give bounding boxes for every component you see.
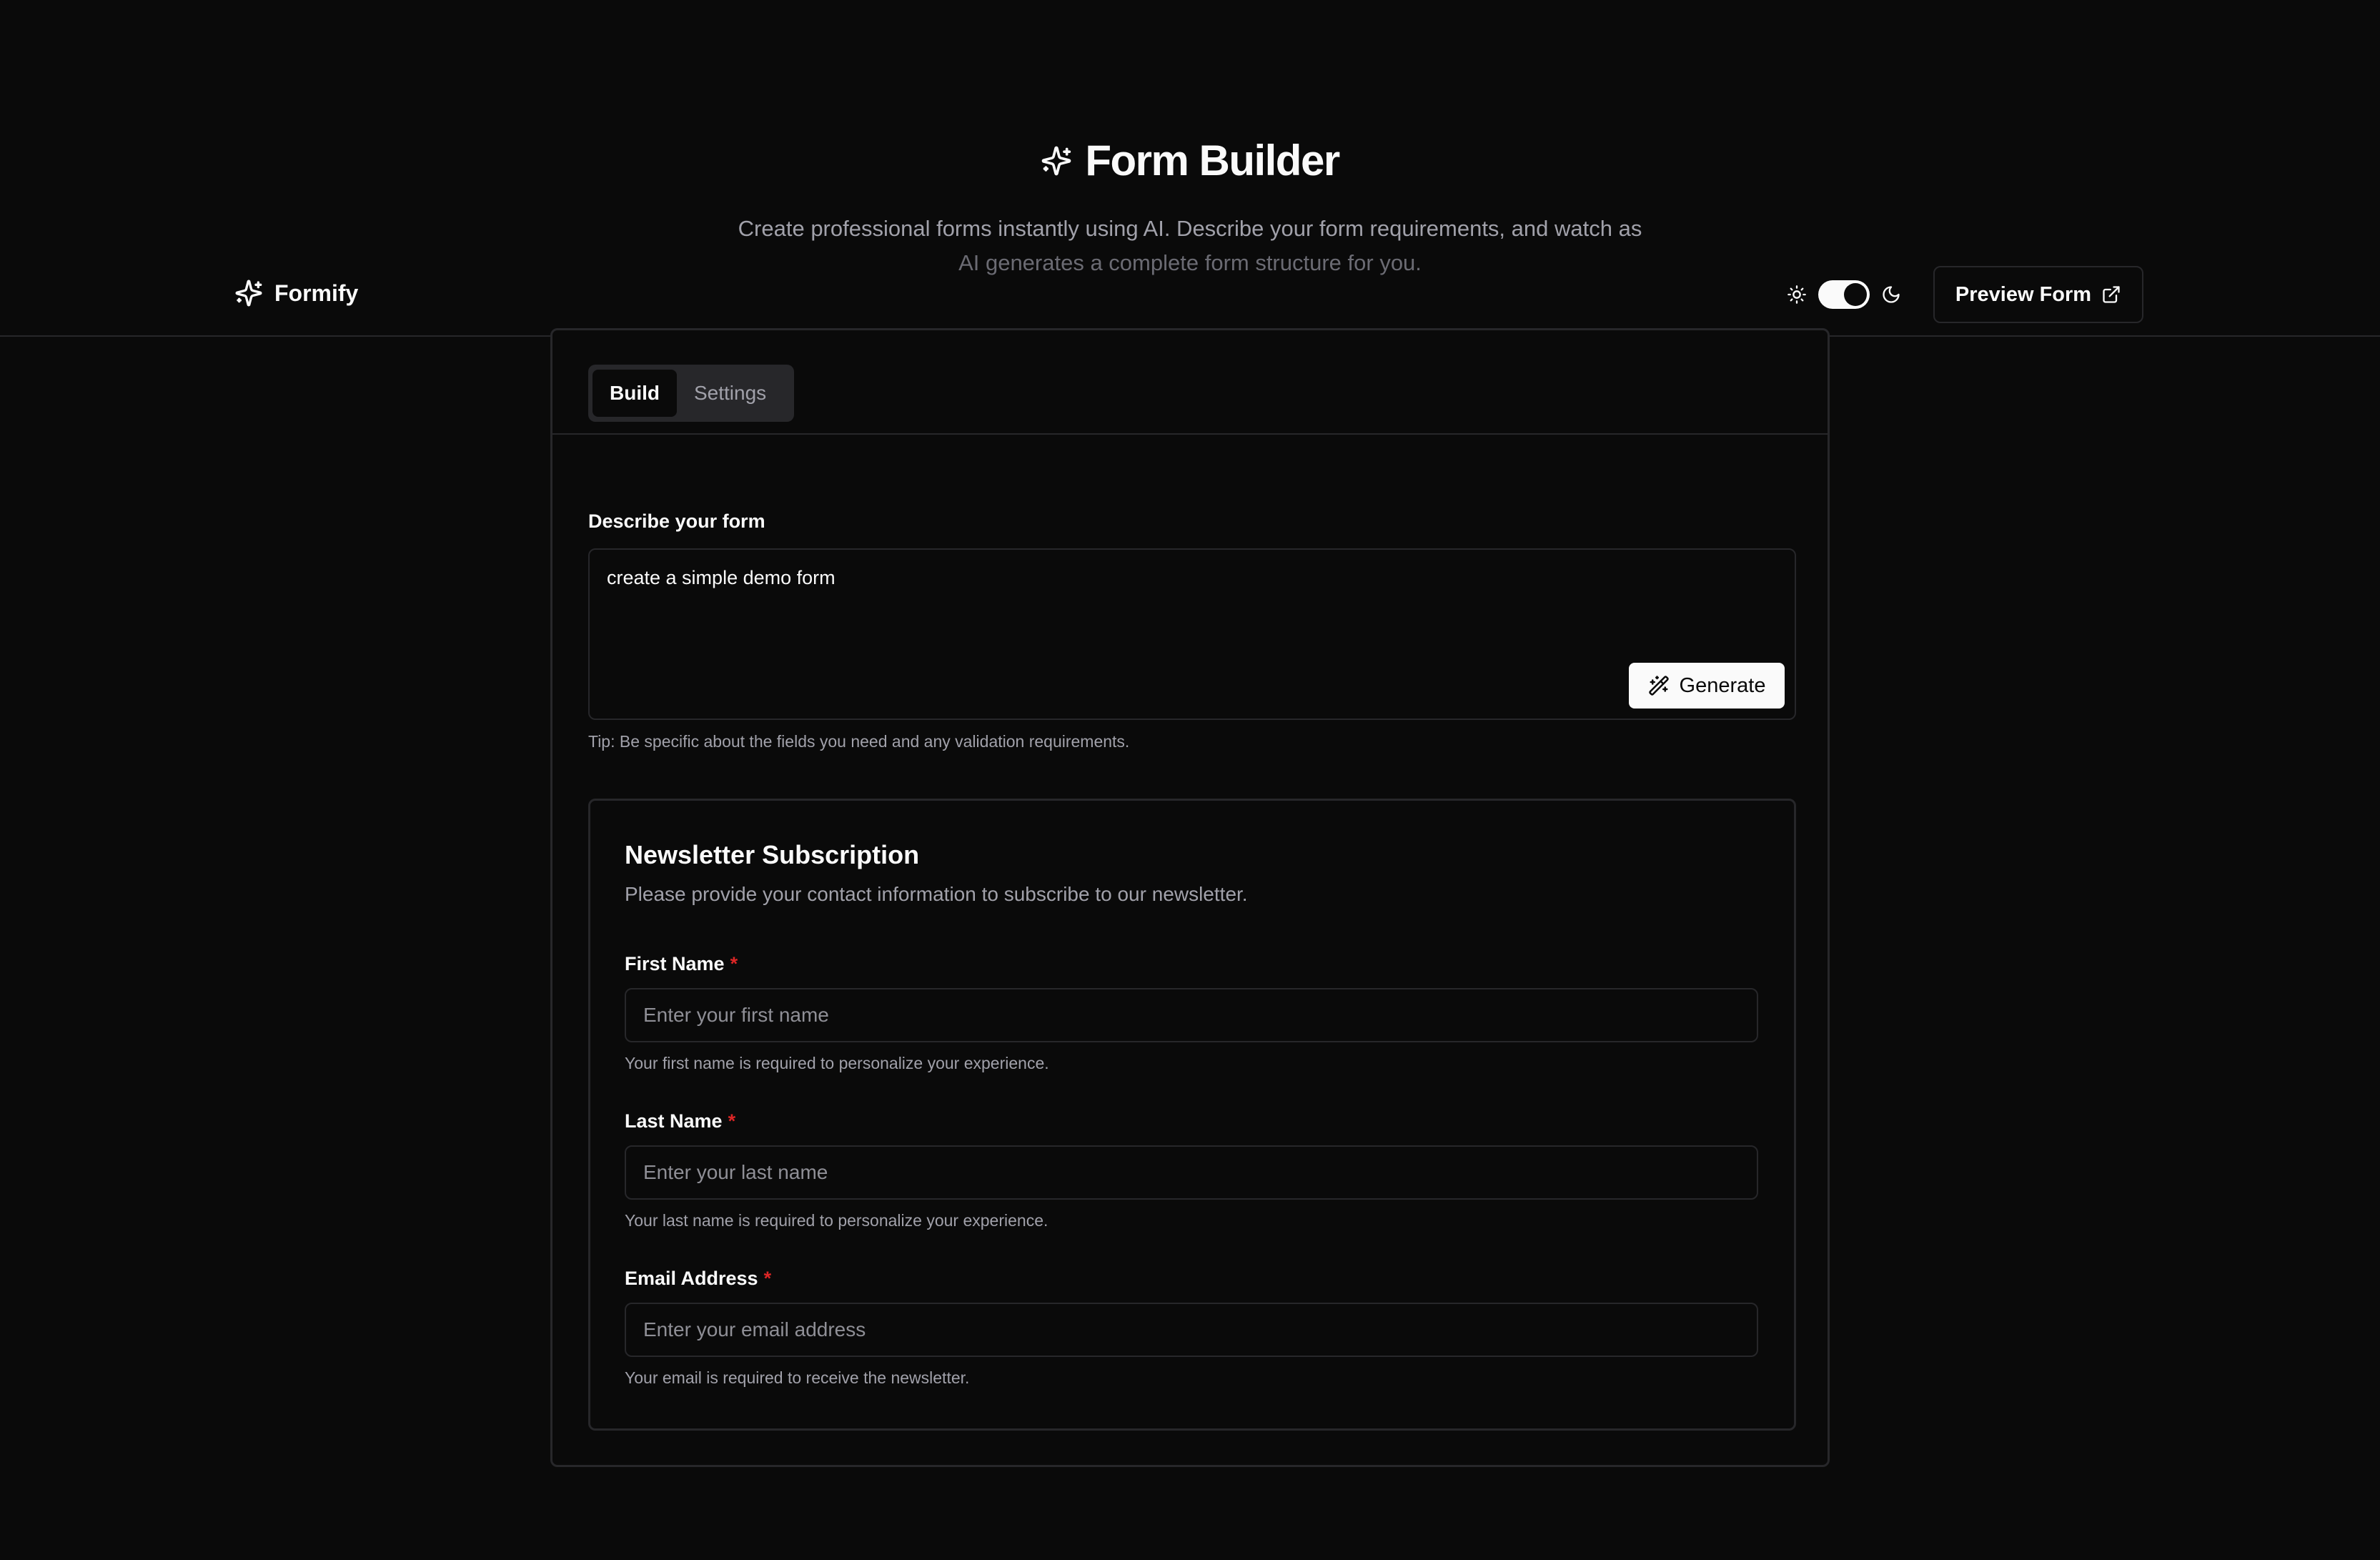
tab-build[interactable]: Build <box>592 370 677 417</box>
external-link-icon <box>2101 285 2121 305</box>
sparkles-icon <box>234 279 263 307</box>
email-label: Email Address * <box>625 1264 1758 1293</box>
form-title: Newsletter Subscription <box>625 840 920 869</box>
first-name-help: Your first name is required to personali… <box>625 1054 1049 1072</box>
generate-button[interactable]: Generate <box>1629 663 1785 709</box>
divider <box>552 433 1828 435</box>
required-marker: * <box>728 1110 736 1132</box>
first-name-input[interactable]: Enter your first name <box>625 988 1758 1042</box>
required-marker: * <box>730 953 738 974</box>
generate-label: Generate <box>1679 673 1766 697</box>
first-name-field: First Name * Enter your first name Your f… <box>625 949 1758 1073</box>
generated-form: Newsletter Subscription Please provide y… <box>588 799 1796 1431</box>
sparkles-icon <box>1041 145 1072 177</box>
brand-logo[interactable]: Formify <box>234 279 358 307</box>
tip-text: Tip: Be specific about the fields you ne… <box>588 732 1130 751</box>
theme-toggle[interactable] <box>1818 280 1870 309</box>
form-subtitle: Please provide your contact information … <box>625 883 1248 905</box>
sun-icon <box>1787 285 1807 305</box>
form-description-value: create a simple demo form <box>607 567 836 588</box>
describe-form-label: Describe your form <box>588 510 765 532</box>
preview-form-button[interactable]: Preview Form <box>1933 266 2143 323</box>
last-name-field: Last Name * Enter your last name Your las… <box>625 1107 1758 1230</box>
theme-toggle-knob <box>1844 283 1867 306</box>
page-title-text: Form Builder <box>1085 137 1340 184</box>
page-title: Form Builder <box>0 136 2380 185</box>
moon-icon <box>1881 285 1901 305</box>
last-name-help: Your last name is required to personaliz… <box>625 1211 1048 1230</box>
first-name-label: First Name * <box>625 949 1758 978</box>
first-name-label-text: First Name <box>625 953 725 974</box>
email-help: Your email is required to receive the ne… <box>625 1368 970 1387</box>
email-input[interactable]: Enter your email address <box>625 1303 1758 1357</box>
last-name-input[interactable]: Enter your last name <box>625 1145 1758 1200</box>
email-field: Email Address * Enter your email address … <box>625 1264 1758 1388</box>
last-name-label: Last Name * <box>625 1107 1758 1135</box>
tab-settings[interactable]: Settings <box>677 370 783 417</box>
form-description-textarea[interactable]: create a simple demo form Generate <box>588 548 1796 720</box>
email-label-text: Email Address <box>625 1268 758 1289</box>
brand-name: Formify <box>274 280 359 306</box>
required-marker: * <box>763 1268 772 1289</box>
preview-form-label: Preview Form <box>1955 282 2092 306</box>
form-builder-card: Build Settings Describe your form create… <box>550 328 1830 1467</box>
tab-list: Build Settings <box>588 365 794 422</box>
page-description-line-1: Create professional forms instantly usin… <box>738 216 1642 241</box>
wand-sparkles-icon <box>1648 675 1670 696</box>
last-name-label-text: Last Name <box>625 1110 723 1132</box>
theme-switcher <box>1787 280 1901 309</box>
